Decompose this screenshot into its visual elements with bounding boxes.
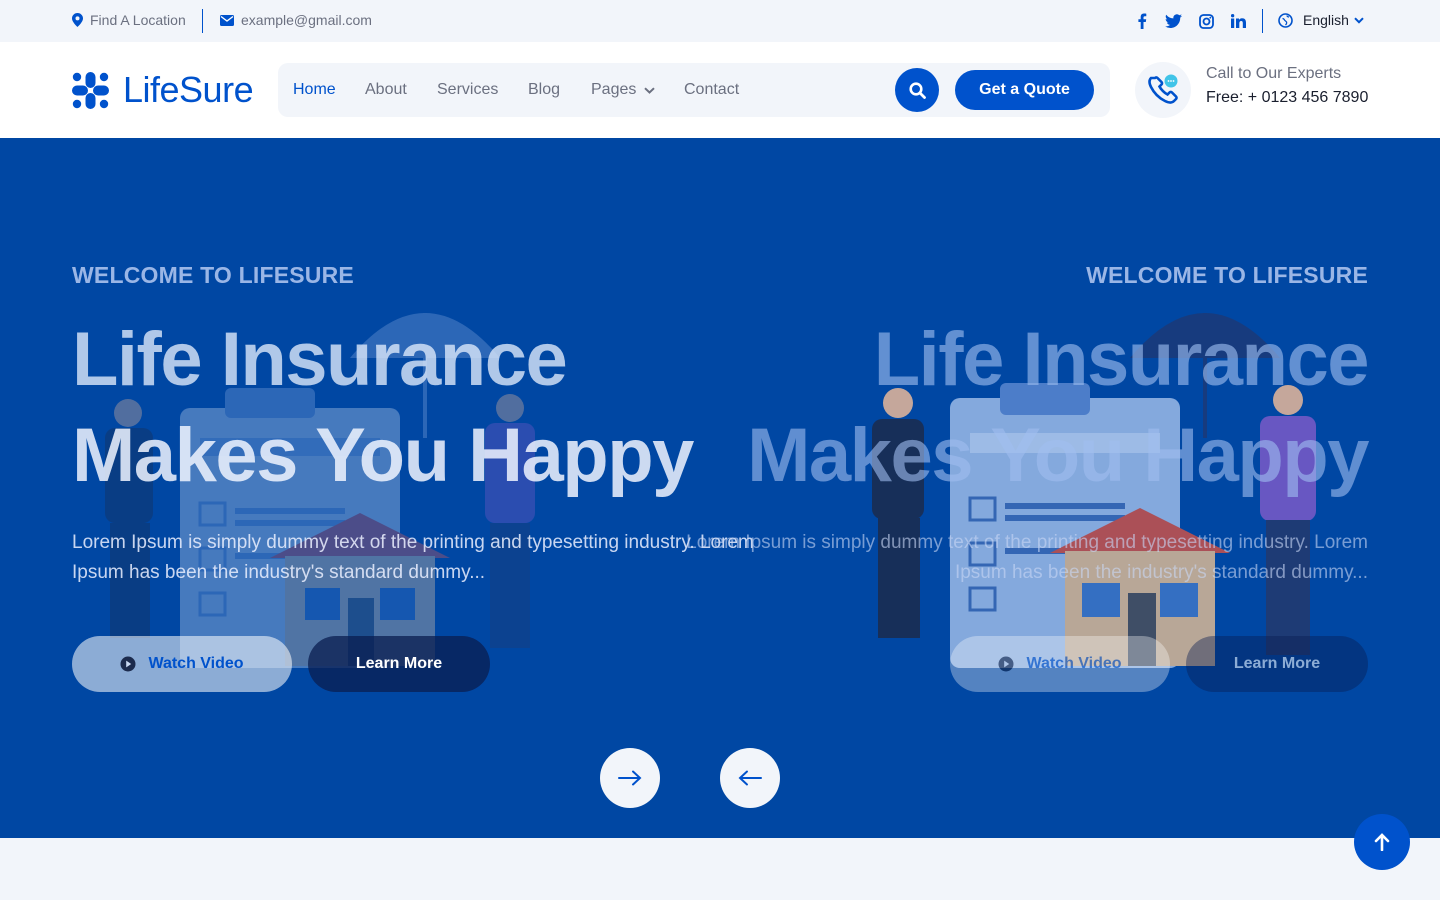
arrow-left-icon xyxy=(738,770,762,786)
learn-more-button[interactable]: Learn More xyxy=(1186,636,1368,692)
arrow-right-icon xyxy=(618,770,642,786)
get-quote-button[interactable]: Get a Quote xyxy=(955,70,1094,110)
nav-about[interactable]: About xyxy=(365,81,407,99)
divider xyxy=(1262,9,1263,33)
divider xyxy=(202,9,203,33)
map-marker-icon xyxy=(72,13,83,27)
twitter-icon[interactable] xyxy=(1163,11,1183,31)
back-to-top-button[interactable] xyxy=(1354,814,1410,870)
learn-more-button[interactable]: Learn More xyxy=(308,636,490,692)
watch-video-label: Watch Video xyxy=(148,655,244,672)
hero-title-line2: Makes You Happy xyxy=(747,413,1369,498)
watch-video-button[interactable]: Watch Video xyxy=(72,636,292,692)
main-nav: Home About Services Blog Pages Contact G… xyxy=(278,63,1110,117)
chevron-down-icon xyxy=(644,86,656,94)
hero-tagline: WELCOME TO LIFESURE xyxy=(1086,262,1368,288)
language-label: English xyxy=(1303,12,1349,28)
nav-home[interactable]: Home xyxy=(293,81,336,99)
call-phone-number[interactable]: Free: + 0123 456 7890 xyxy=(1206,89,1368,107)
watch-video-button[interactable]: Watch Video xyxy=(950,636,1170,692)
nav-services[interactable]: Services xyxy=(437,81,498,99)
find-location-link[interactable]: Find A Location xyxy=(72,12,186,28)
hero-title-line1: Life Insurance xyxy=(72,317,568,402)
instagram-icon[interactable] xyxy=(1196,11,1216,31)
phone-icon-circle xyxy=(1135,62,1191,118)
logo[interactable]: LifeSure xyxy=(72,69,254,110)
nav-contact[interactable]: Contact xyxy=(684,81,739,99)
phone-chat-icon xyxy=(1148,74,1178,104)
hero-paragraph: Lorem Ipsum is simply dummy text of the … xyxy=(686,532,1368,583)
hero-carousel: WELCOME TO LIFESURE WELCOME TO LIFESURE … xyxy=(0,138,1440,838)
nav-pages-dropdown[interactable]: Pages xyxy=(591,81,656,99)
nav-pages-label: Pages xyxy=(591,81,637,98)
play-circle-icon xyxy=(998,656,1014,672)
play-circle-icon xyxy=(120,656,136,672)
email-link[interactable]: example@gmail.com xyxy=(220,12,372,28)
carousel-prev-button[interactable] xyxy=(720,748,780,808)
hero-title-line1: Life Insurance xyxy=(873,317,1370,402)
search-button[interactable] xyxy=(895,68,939,112)
nav-blog[interactable]: Blog xyxy=(528,81,560,99)
call-experts-label: Call to Our Experts xyxy=(1206,65,1342,82)
linkedin-icon[interactable] xyxy=(1228,11,1248,31)
email-label: example@gmail.com xyxy=(241,12,372,28)
envelope-icon xyxy=(220,14,234,26)
main-header: LifeSure Home About Services Blog Pages … xyxy=(0,42,1440,138)
watch-video-label: Watch Video xyxy=(1026,655,1122,672)
arrow-up-icon xyxy=(1374,833,1390,851)
logo-icon xyxy=(72,71,109,109)
location-label: Find A Location xyxy=(90,12,186,28)
facebook-icon[interactable] xyxy=(1132,11,1152,31)
search-icon xyxy=(908,81,926,99)
chevron-down-icon xyxy=(1354,16,1364,24)
hero-tagline: WELCOME TO LIFESURE xyxy=(72,262,354,288)
top-bar: Find A Location example@gmail.com Englis… xyxy=(0,0,1440,42)
language-selector[interactable]: English xyxy=(1278,12,1364,28)
globe-icon xyxy=(1278,12,1293,28)
hero-title-line2: Makes You Happy xyxy=(72,413,694,498)
carousel-next-button[interactable] xyxy=(600,748,660,808)
logo-text: LifeSure xyxy=(123,69,254,110)
